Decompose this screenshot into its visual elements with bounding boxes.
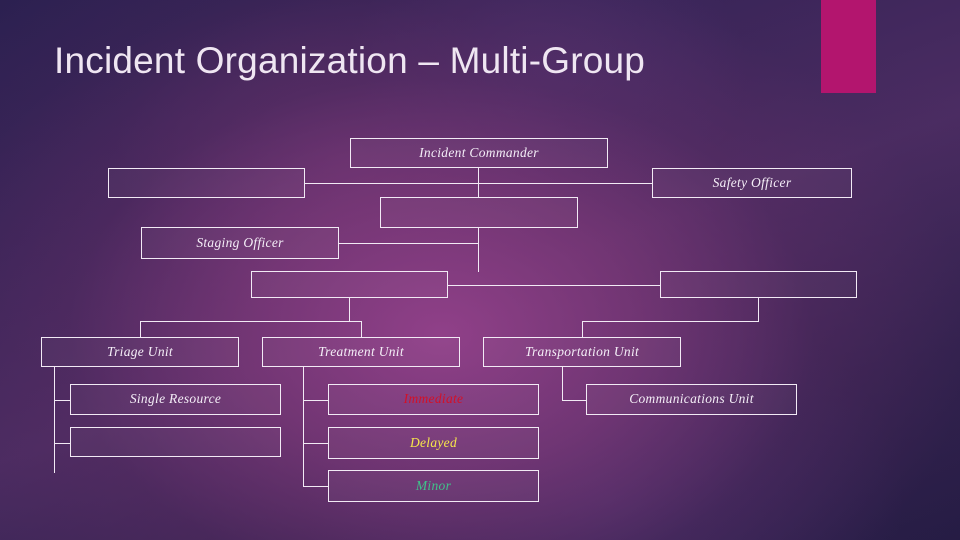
connector	[54, 443, 71, 445]
node-delayed[interactable]: Delayed	[328, 427, 539, 459]
connector	[303, 400, 329, 402]
node-staging-officer[interactable]: Staging Officer	[141, 227, 339, 259]
node-immediate[interactable]: Immediate	[328, 384, 539, 415]
connector	[339, 243, 479, 245]
connector	[562, 367, 564, 400]
connector	[582, 321, 759, 323]
node-triage-unit[interactable]: Triage Unit	[41, 337, 239, 367]
connector	[448, 285, 479, 287]
connector	[582, 321, 584, 338]
node-safety-officer[interactable]: Safety Officer	[652, 168, 852, 198]
connector	[478, 228, 480, 272]
node-empty-2[interactable]	[380, 197, 578, 228]
connector	[562, 400, 587, 402]
connector	[478, 285, 660, 287]
node-incident-commander[interactable]: Incident Commander	[350, 138, 608, 168]
connector	[303, 443, 329, 445]
connector	[478, 183, 653, 185]
node-treatment-unit[interactable]: Treatment Unit	[262, 337, 460, 367]
slide-canvas: Incident Organization – Multi-Group Inci…	[0, 0, 960, 540]
connector	[54, 400, 71, 402]
node-communications-unit[interactable]: Communications Unit	[586, 384, 797, 415]
connector	[303, 367, 305, 486]
node-empty-1[interactable]	[108, 168, 305, 198]
node-empty-3[interactable]	[251, 271, 448, 298]
node-transportation-unit[interactable]: Transportation Unit	[483, 337, 681, 367]
node-empty-5[interactable]	[70, 427, 281, 457]
connector	[140, 321, 142, 338]
node-single-resource[interactable]: Single Resource	[70, 384, 281, 415]
node-minor[interactable]: Minor	[328, 470, 539, 502]
connector	[140, 321, 362, 323]
connector	[303, 486, 329, 488]
connector	[758, 298, 760, 321]
connector	[305, 183, 479, 185]
org-chart: Incident Commander Safety Officer Stagin…	[0, 0, 960, 540]
connector	[349, 298, 351, 321]
node-empty-4[interactable]	[660, 271, 857, 298]
connector	[361, 321, 363, 338]
connector	[54, 367, 56, 473]
